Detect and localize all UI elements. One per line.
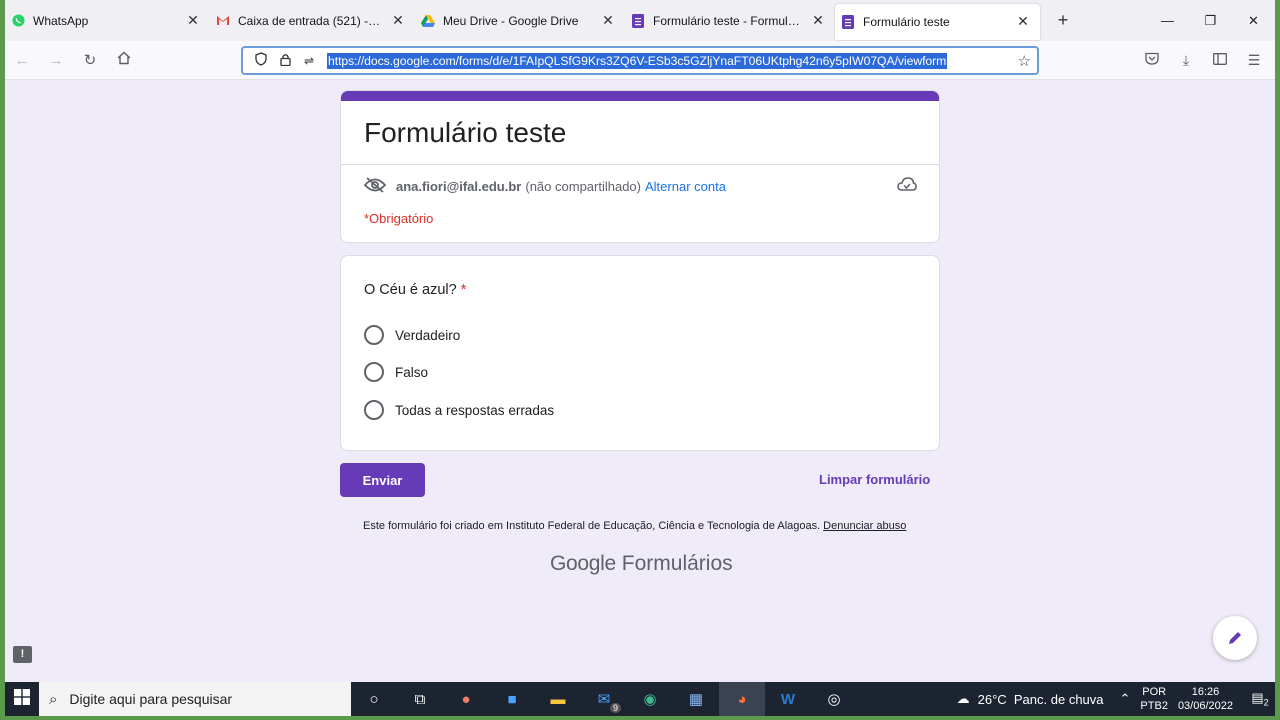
language-indicator[interactable]: POR PTB2 <box>1140 685 1168 713</box>
required-asterisk: * <box>460 282 467 298</box>
tab-drive[interactable]: Meu Drive - Google Drive ✕ <box>415 0 625 41</box>
word-icon[interactable]: W <box>765 682 811 716</box>
bookmark-star-icon[interactable]: ☆ <box>1018 52 1031 70</box>
gmail-icon <box>216 14 230 28</box>
pocket-icon[interactable] <box>1135 52 1169 69</box>
windows-start-icon[interactable] <box>5 689 39 709</box>
lock-icon[interactable] <box>273 53 297 69</box>
edit-pencil-button[interactable] <box>1213 616 1257 660</box>
system-tray: ☁ 26°C Panc. de chuva ⌃ POR PTB2 16:26 0… <box>957 682 1275 716</box>
divider <box>341 164 939 165</box>
account-row: ana.fiori@ifal.edu.br (não compartilhado… <box>363 177 726 196</box>
browser-window: WhatsApp ✕ Caixa de entrada (521) - ana.… <box>5 0 1275 716</box>
required-note: *Obrigatório <box>364 211 434 226</box>
weather-text[interactable]: 26°C Panc. de chuva <box>978 692 1104 707</box>
switch-account-link[interactable]: Alternar conta <box>645 179 726 194</box>
new-tab-icon[interactable]: + <box>1048 10 1078 31</box>
clock[interactable]: 16:26 03/06/2022 <box>1178 685 1233 713</box>
app-icon[interactable]: ● <box>443 682 489 716</box>
feedback-icon[interactable]: ! <box>13 646 32 663</box>
taskbar: ⌕ Digite aqui para pesquisar ○ ⧉ ● ■ ▬ ✉… <box>5 682 1275 716</box>
tab-forms-editor[interactable]: Formulário teste - Formulários G ✕ <box>625 0 835 41</box>
address-bar[interactable]: ⇌ https://docs.google.com/forms/d/e/1FAI… <box>241 46 1039 75</box>
taskbar-search[interactable]: ⌕ Digite aqui para pesquisar <box>39 682 351 716</box>
mail-badge: 9 <box>609 703 621 713</box>
forward-icon[interactable]: → <box>39 52 73 69</box>
close-icon[interactable]: ✕ <box>1016 13 1030 30</box>
home-icon[interactable] <box>107 51 141 69</box>
drive-icon <box>421 14 435 28</box>
option-falso[interactable]: Falso <box>364 362 428 382</box>
back-icon[interactable]: ← <box>5 52 39 69</box>
account-email: ana.fiori@ifal.edu.br <box>396 179 522 194</box>
weather-icon[interactable]: ☁ <box>957 691 970 707</box>
obs-icon[interactable]: ◎ <box>811 682 857 716</box>
tab-gmail[interactable]: Caixa de entrada (521) - ana.fiori ✕ <box>210 0 415 41</box>
radio-button[interactable] <box>364 325 384 345</box>
task-view-icon[interactable]: ⧉ <box>397 682 443 716</box>
restore-icon[interactable]: ❐ <box>1189 13 1232 29</box>
eye-off-icon <box>363 177 387 196</box>
google-forms-logo[interactable]: Google Formulários <box>550 552 733 576</box>
tab-forms-view[interactable]: Formulário teste ✕ <box>835 3 1040 40</box>
option-verdadeiro[interactable]: Verdadeiro <box>364 325 460 345</box>
mail-icon[interactable]: ✉ 9 <box>581 682 627 716</box>
firefox-icon[interactable]: ◕ <box>719 682 765 716</box>
cortana-icon[interactable]: ○ <box>351 682 397 716</box>
forms-icon <box>631 13 645 28</box>
close-window-icon[interactable]: ✕ <box>1232 13 1275 29</box>
close-icon[interactable]: ✕ <box>811 12 825 29</box>
accent-bar <box>341 91 939 101</box>
form-title: Formulário teste <box>364 117 567 148</box>
submit-button[interactable]: Enviar <box>340 463 425 497</box>
report-abuse-link[interactable]: Denunciar abuso <box>823 520 906 532</box>
sidebar-icon[interactable] <box>1203 52 1237 69</box>
share-status: (não compartilhado) <box>525 179 641 194</box>
form-header-card: Formulário teste ana.fiori@ifal.edu.br (… <box>340 90 940 243</box>
option-label: Todas a respostas erradas <box>395 402 555 418</box>
chevron-up-icon[interactable]: ⌃ <box>1120 691 1131 707</box>
permissions-icon[interactable]: ⇌ <box>297 54 321 68</box>
whatsapp-icon <box>11 14 25 28</box>
forms-icon <box>841 14 855 29</box>
tab-bar: WhatsApp ✕ Caixa de entrada (521) - ana.… <box>5 0 1275 41</box>
option-label: Falso <box>395 364 429 380</box>
menu-icon[interactable]: ☰ <box>1237 52 1271 69</box>
pencil-icon <box>1229 632 1241 644</box>
minimize-icon[interactable]: — <box>1146 13 1189 28</box>
notification-icon[interactable]: ▤2 <box>1245 690 1275 708</box>
download-icon[interactable]: ⤓ <box>1169 52 1203 69</box>
calculator-icon[interactable]: ▦ <box>673 682 719 716</box>
tab-whatsapp[interactable]: WhatsApp ✕ <box>5 0 210 41</box>
option-todas-erradas[interactable]: Todas a respostas erradas <box>364 400 554 420</box>
toolbar-right: ⤓ ☰ <box>1135 52 1271 69</box>
question-title: O Céu é azul? * <box>364 282 467 298</box>
edge-icon[interactable]: ◉ <box>627 682 673 716</box>
radio-button[interactable] <box>364 400 384 420</box>
footer-note: Este formulário foi criado em Instituto … <box>363 520 907 532</box>
clear-form-button[interactable]: Limpar formulário <box>819 472 930 487</box>
radio-button[interactable] <box>364 362 384 382</box>
url-text[interactable]: https://docs.google.com/forms/d/e/1FAIpQ… <box>327 52 948 69</box>
close-icon[interactable]: ✕ <box>186 12 200 29</box>
close-icon[interactable]: ✕ <box>601 12 615 29</box>
store-icon[interactable]: ■ <box>489 682 535 716</box>
reload-icon[interactable]: ↻ <box>73 51 107 69</box>
nav-bar: ← → ↻ ⇌ https://docs.google.com/forms/d/… <box>5 41 1275 80</box>
cloud-saved-icon <box>897 177 917 197</box>
close-icon[interactable]: ✕ <box>391 12 405 29</box>
question-card: O Céu é azul? * Verdadeiro Falso Todas a … <box>340 255 940 451</box>
search-icon: ⌕ <box>49 690 58 708</box>
option-label: Verdadeiro <box>395 327 461 343</box>
window-controls: — ❐ ✕ <box>1146 0 1275 41</box>
shield-icon[interactable] <box>249 52 273 69</box>
file-explorer-icon[interactable]: ▬ <box>535 682 581 716</box>
